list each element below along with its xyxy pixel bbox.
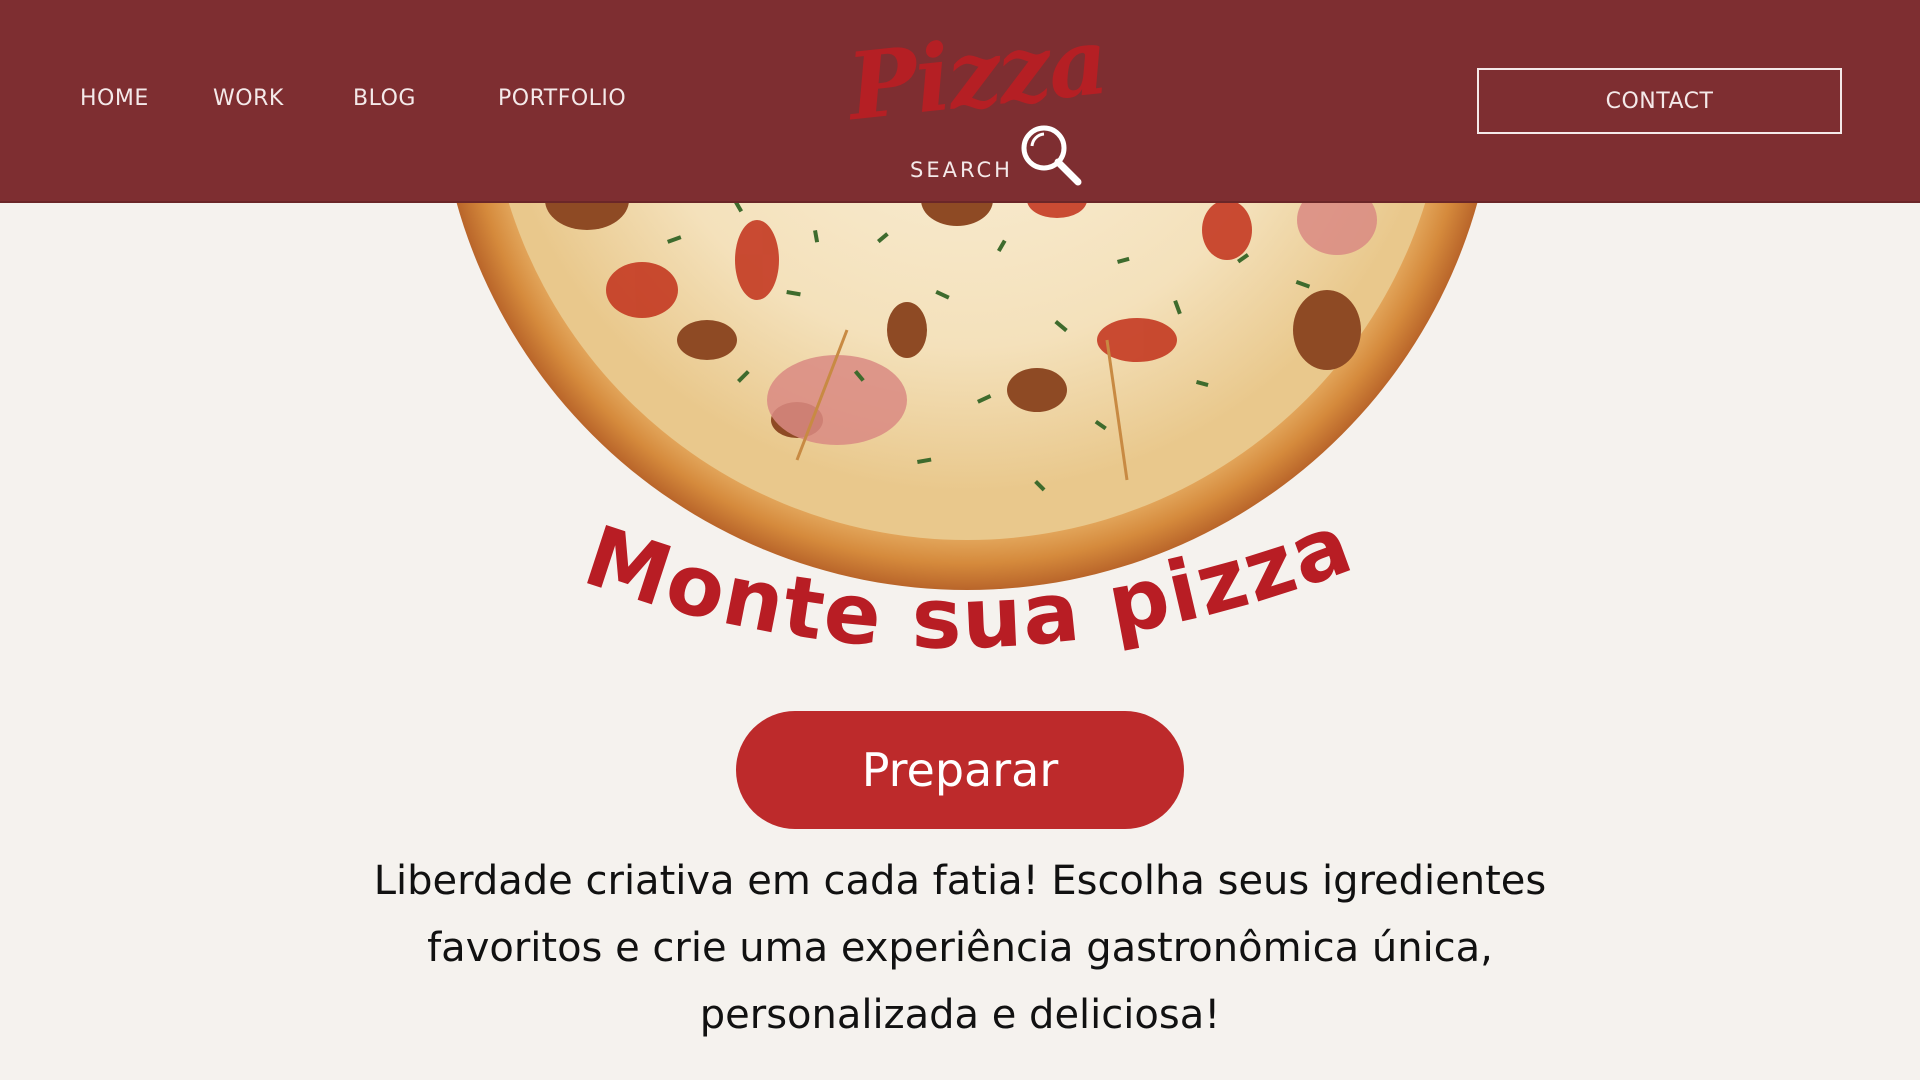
svg-text:Monte sua pizza!: Monte sua pizza! <box>560 520 1360 668</box>
logo-subtitle: SEARCH <box>910 158 1013 182</box>
headline-text: Monte sua pizza! <box>560 520 1360 668</box>
hero-headline: Monte sua pizza! <box>560 520 1360 668</box>
nav-home-link[interactable]: HOME <box>80 86 149 111</box>
nav-blog-link[interactable]: BLOG <box>353 86 416 111</box>
hero-description: Liberdade criativa em cada fatia! Escolh… <box>373 858 1547 1038</box>
nav-portfolio-link[interactable]: PORTFOLIO <box>498 86 626 111</box>
page: HOME WORK BLOG PORTFOLIO Pizza SEARCH CO… <box>0 0 1920 1080</box>
contact-button[interactable]: CONTACT <box>1477 68 1842 134</box>
site-logo[interactable]: Pizza SEARCH <box>840 7 1111 190</box>
magnifier-icon <box>1021 125 1082 186</box>
nav-work-link[interactable]: WORK <box>213 86 284 111</box>
prepare-button[interactable]: Preparar <box>736 711 1184 829</box>
header-bar: HOME WORK BLOG PORTFOLIO Pizza SEARCH CO… <box>0 0 1920 203</box>
